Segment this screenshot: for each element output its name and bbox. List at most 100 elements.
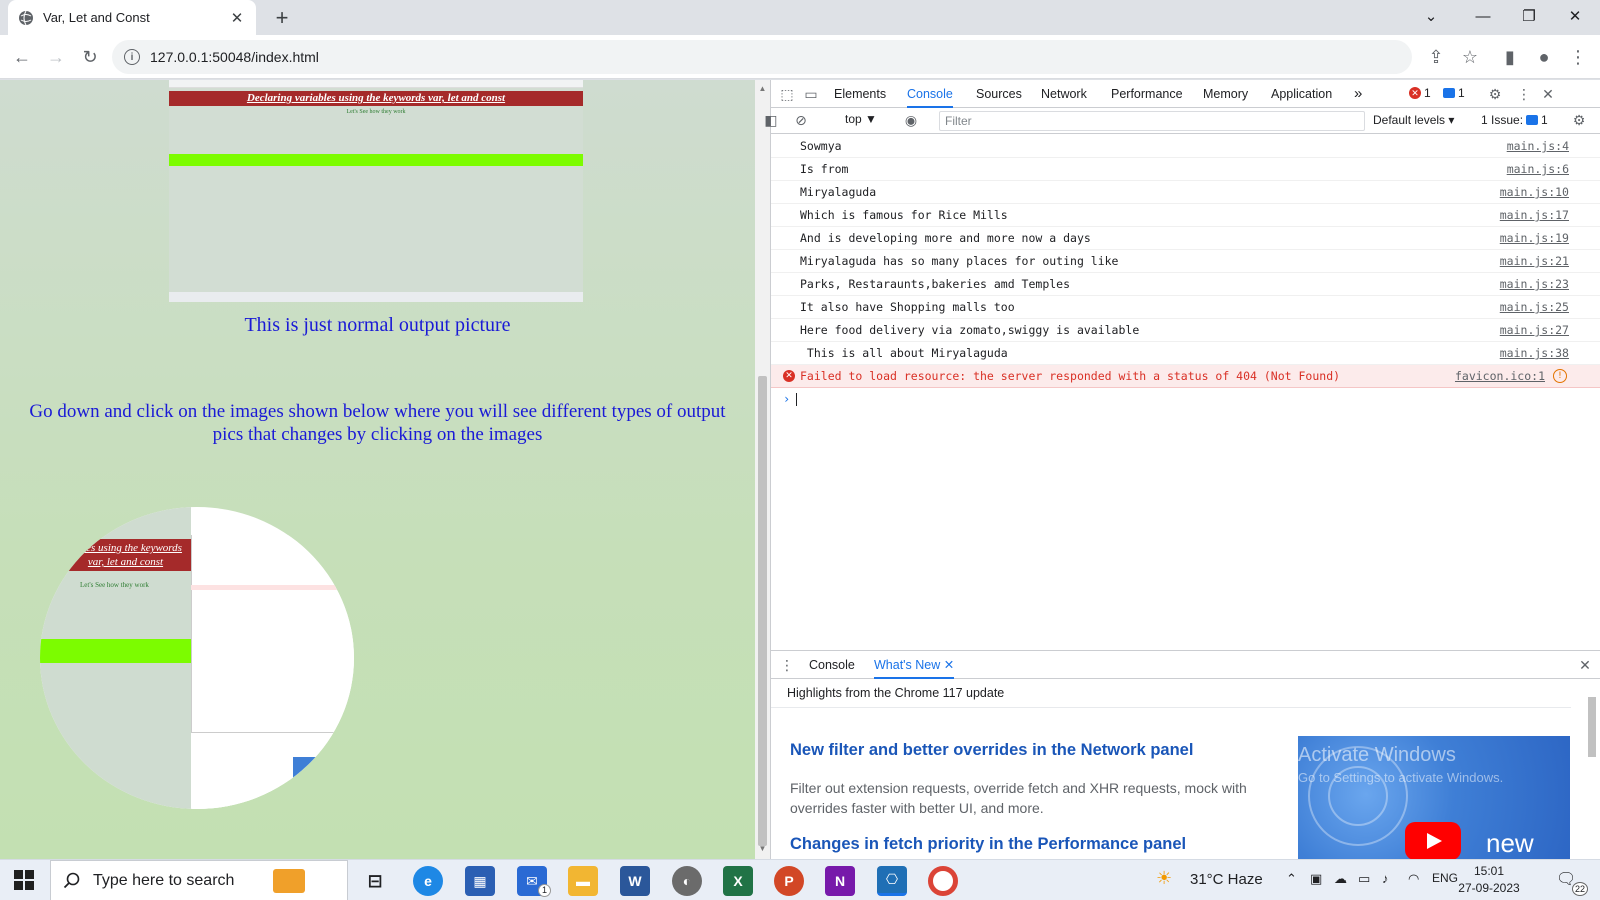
taskbar-search-box[interactable]: Type here to search xyxy=(50,860,348,900)
restore-button[interactable]: ❐ xyxy=(1506,0,1552,32)
back-arrow-icon[interactable]: ← xyxy=(10,45,34,69)
feature-heading-performance[interactable]: Changes in fetch priority in the Perform… xyxy=(790,835,1186,854)
share-icon[interactable]: ⇪ xyxy=(1424,45,1448,69)
error-icon: ✕ xyxy=(1409,87,1421,99)
device-toolbar-icon[interactable]: ▭ xyxy=(801,84,821,104)
reload-icon[interactable]: ↻ xyxy=(78,45,102,69)
address-bar[interactable]: i 127.0.0.1:50048/index.html xyxy=(112,40,1412,74)
thumbnail-subtitle: Let's See how they work xyxy=(346,109,406,115)
tab-console[interactable]: Console xyxy=(907,80,953,108)
log-row: It also have Shopping malls too main.js:2… xyxy=(771,296,1600,319)
circle-green-strip xyxy=(40,639,191,663)
warning-icon[interactable]: ! xyxy=(1553,369,1567,383)
log-source-link[interactable]: main.js:23 xyxy=(1500,273,1569,295)
side-panel-icon[interactable]: ▮ xyxy=(1498,45,1522,69)
context-selector[interactable]: top ▼ xyxy=(845,112,877,126)
log-source-link[interactable]: main.js:38 xyxy=(1500,342,1569,364)
thumbnail-green-strip xyxy=(169,154,583,166)
scroll-up-arrow-icon[interactable]: ▲ xyxy=(758,84,767,93)
profile-avatar-icon[interactable]: ● xyxy=(1532,45,1556,69)
page-scrollbar[interactable]: ▲ ▼ xyxy=(755,80,770,859)
log-source-link[interactable]: main.js:25 xyxy=(1500,296,1569,318)
devtools-drawer: ⋮ Console What's New ✕ ✕ Highlights from… xyxy=(771,650,1600,860)
site-info-icon[interactable]: i xyxy=(124,49,140,65)
clear-console-icon[interactable]: ⊘ xyxy=(791,110,811,130)
clickable-circle-image[interactable]: iables using the keywords var, let and c… xyxy=(40,507,354,809)
excel-icon[interactable]: X xyxy=(723,866,753,896)
task-view-icon[interactable]: ⊟ xyxy=(360,866,390,896)
onenote-icon[interactable]: N xyxy=(825,866,855,896)
file-explorer-icon[interactable]: ▬ xyxy=(568,866,598,896)
log-source-link[interactable]: main.js:6 xyxy=(1507,158,1569,180)
tab-search-chevron-icon[interactable]: ⌄ xyxy=(1408,0,1454,32)
windows-start-icon[interactable] xyxy=(14,870,34,890)
bookmark-star-icon[interactable]: ☆ xyxy=(1458,45,1482,69)
drawer-scroll-thumb[interactable] xyxy=(1588,697,1596,757)
close-drawer-icon[interactable]: ✕ xyxy=(1575,655,1595,675)
error-count-badge[interactable]: ✕ 1 xyxy=(1409,86,1431,100)
live-expression-eye-icon[interactable]: ◉ xyxy=(901,110,921,130)
media-app-icon[interactable]: ◐ xyxy=(672,866,702,896)
chrome-icon[interactable] xyxy=(928,866,958,896)
normal-output-caption: This is just normal output picture xyxy=(244,314,511,336)
page-scroll-thumb[interactable] xyxy=(758,376,767,846)
youtube-play-icon[interactable] xyxy=(1405,822,1461,860)
edge-icon[interactable]: e xyxy=(413,866,443,896)
minimize-button[interactable]: — xyxy=(1460,0,1506,32)
settings-gear-icon[interactable]: ⚙ xyxy=(1485,84,1505,104)
tab-memory[interactable]: Memory xyxy=(1203,80,1248,108)
browser-tab[interactable]: Var, Let and Const ✕ xyxy=(8,0,256,35)
drawer-scrollbar[interactable] xyxy=(1585,687,1599,859)
wifi-icon[interactable]: ◠ xyxy=(1408,871,1419,887)
new-tab-button[interactable]: + xyxy=(270,5,294,30)
log-source-link[interactable]: main.js:19 xyxy=(1500,227,1569,249)
close-devtools-icon[interactable]: ✕ xyxy=(1538,84,1558,104)
meet-icon[interactable]: ▣ xyxy=(1310,871,1322,887)
close-window-button[interactable]: ✕ xyxy=(1552,0,1598,32)
show-hidden-icons-icon[interactable]: ⌃ xyxy=(1286,871,1297,887)
sidebar-toggle-icon[interactable]: ◧ xyxy=(761,110,781,130)
log-source-link[interactable]: main.js:21 xyxy=(1500,250,1569,272)
more-tabs-icon[interactable]: » xyxy=(1354,80,1362,108)
log-source-link[interactable]: main.js:4 xyxy=(1507,135,1569,157)
feature-heading-network[interactable]: New filter and better overrides in the N… xyxy=(790,741,1193,760)
kebab-menu-icon[interactable]: ⋮ xyxy=(1566,45,1590,69)
onedrive-icon[interactable]: ☁ xyxy=(1334,871,1347,887)
devtools-menu-icon[interactable]: ⋮ xyxy=(1514,84,1534,104)
close-whats-new-icon[interactable]: ✕ xyxy=(944,658,954,672)
inspect-element-icon[interactable]: ⬚ xyxy=(777,84,797,104)
forward-arrow-icon[interactable]: → xyxy=(44,45,68,69)
store-icon[interactable]: ▦ xyxy=(465,866,495,896)
tab-application[interactable]: Application xyxy=(1271,80,1332,108)
word-icon[interactable]: W xyxy=(620,866,650,896)
drawer-tab-console[interactable]: Console xyxy=(809,651,855,679)
tab-elements[interactable]: Elements xyxy=(834,80,886,108)
console-prompt[interactable]: › xyxy=(771,388,1600,411)
console-filter-input[interactable]: Filter xyxy=(939,111,1365,131)
close-tab-icon[interactable]: ✕ xyxy=(228,9,246,27)
drawer-menu-icon[interactable]: ⋮ xyxy=(777,655,797,675)
tab-network[interactable]: Network xyxy=(1041,80,1087,108)
output-screenshot-image[interactable]: Declaring variables using the keywords v… xyxy=(169,80,583,302)
powerpoint-icon[interactable]: P xyxy=(774,866,804,896)
notification-count-badge: 22 xyxy=(1572,882,1588,896)
whats-new-content: New filter and better overrides in the N… xyxy=(771,707,1571,860)
vscode-like-icon[interactable]: ⎔ xyxy=(877,866,907,896)
tab-sources[interactable]: Sources xyxy=(976,80,1022,108)
issues-counter[interactable]: 1 Issue: 1 xyxy=(1481,113,1548,127)
message-count-badge[interactable]: 1 xyxy=(1443,86,1465,100)
log-source-link[interactable]: main.js:17 xyxy=(1500,204,1569,226)
battery-icon[interactable]: ▭ xyxy=(1358,871,1370,887)
console-settings-gear-icon[interactable]: ⚙ xyxy=(1569,110,1589,130)
drawer-tab-whats-new[interactable]: What's New ✕ xyxy=(874,651,955,679)
scroll-down-arrow-icon[interactable]: ▼ xyxy=(758,844,767,853)
volume-icon[interactable]: ♪ xyxy=(1382,871,1389,886)
error-source-link[interactable]: favicon.ico:1 xyxy=(1455,365,1545,387)
clock[interactable]: 15:01 27-09-2023 xyxy=(1454,863,1524,897)
log-source-link[interactable]: main.js:27 xyxy=(1500,319,1569,341)
log-source-link[interactable]: main.js:10 xyxy=(1500,181,1569,203)
log-levels-dropdown[interactable]: Default levels ▾ xyxy=(1373,113,1454,127)
tab-performance[interactable]: Performance xyxy=(1111,80,1183,108)
weather-text[interactable]: 31°C Haze xyxy=(1190,871,1263,888)
weather-icon[interactable]: ☀ xyxy=(1156,868,1172,889)
